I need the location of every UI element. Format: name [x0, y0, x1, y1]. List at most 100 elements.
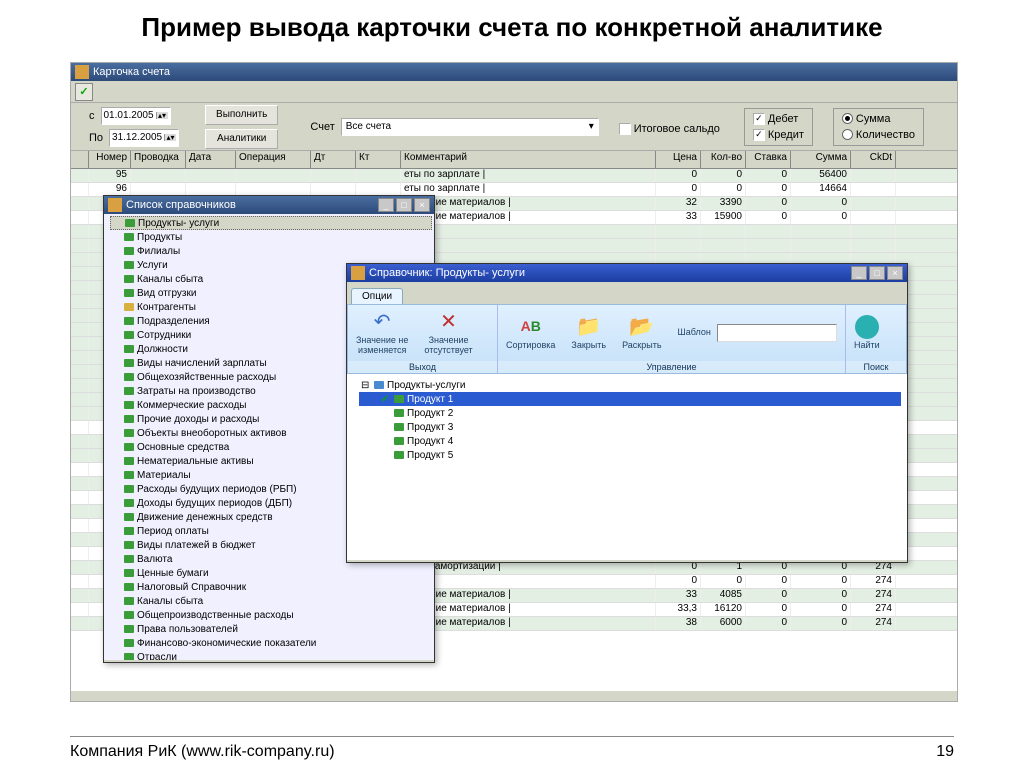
item-icon	[124, 597, 134, 605]
tree-item[interactable]: Налоговый Справочник	[110, 580, 432, 594]
folder-icon: 📁	[576, 315, 602, 339]
ribbon-group-control: Управление	[498, 361, 845, 373]
col-price[interactable]: Цена	[656, 151, 701, 168]
product-item[interactable]: Продукт 2	[359, 406, 901, 420]
value-unchanged-button[interactable]: ↶Значение не изменяется	[348, 305, 416, 361]
to-date-input[interactable]: 31.12.2005▴▾	[109, 129, 179, 147]
main-titlebar: Карточка счета	[71, 63, 957, 81]
col-qty[interactable]: Кол-во	[701, 151, 746, 168]
value-absent-button[interactable]: ✕Значение отсутствует	[416, 305, 480, 361]
slide-footer: Компания РиК (www.rik-company.ru) 19	[70, 736, 954, 761]
item-icon	[124, 443, 134, 451]
account-select[interactable]: Все счета▾	[341, 118, 599, 136]
item-icon	[124, 247, 134, 255]
debit-checkbox[interactable]: ✓	[753, 113, 765, 125]
to-label: По	[89, 132, 103, 144]
ok-button[interactable]: ✓	[75, 83, 93, 101]
reference-list-title: Список справочников	[126, 199, 236, 211]
app-icon	[108, 198, 122, 212]
tree-item[interactable]: Продукты- услуги	[110, 216, 432, 230]
sort-icon: AB	[518, 315, 544, 339]
chevron-down-icon: ▾	[589, 121, 594, 132]
app-icon	[75, 65, 89, 79]
item-icon	[124, 639, 134, 647]
x-icon: ✕	[436, 310, 462, 334]
globe-icon	[855, 315, 879, 339]
account-label: Счет	[310, 121, 334, 133]
final-balance-checkbox[interactable]	[619, 123, 631, 135]
product-item[interactable]: ✓Продукт 1	[359, 392, 901, 406]
tree-item[interactable]: Финансово-экономические показатели	[110, 636, 432, 650]
item-icon	[124, 527, 134, 535]
credit-checkbox[interactable]: ✓	[753, 129, 765, 141]
col-comm[interactable]: Комментарий	[401, 151, 656, 168]
tree-item[interactable]: Продукты	[110, 230, 432, 244]
item-icon	[394, 437, 404, 445]
sort-button[interactable]: ABСортировка	[498, 305, 563, 361]
item-icon	[124, 233, 134, 241]
item-icon	[124, 401, 134, 409]
maximize-button[interactable]: □	[396, 198, 412, 212]
tree-item[interactable]: Отрасли	[110, 650, 432, 660]
close-button[interactable]: ×	[414, 198, 430, 212]
item-icon	[124, 261, 134, 269]
item-icon	[124, 317, 134, 325]
product-item[interactable]: Продукт 3	[359, 420, 901, 434]
col-number[interactable]: Номер	[89, 151, 131, 168]
tree-item[interactable]: Общепроизводственные расходы	[110, 608, 432, 622]
item-icon	[124, 373, 134, 381]
item-icon	[124, 625, 134, 633]
qty-radio[interactable]	[842, 129, 853, 140]
product-item[interactable]: Продукт 4	[359, 434, 901, 448]
col-dt[interactable]: Дт	[311, 151, 356, 168]
folder-open-icon: 📂	[629, 315, 655, 339]
filter-panel: с 01.01.2005▴▾ По 31.12.2005▴▾ Выполнить…	[71, 103, 957, 151]
ribbon-group-exit: Выход	[348, 361, 497, 373]
tree-root[interactable]: ⊟Продукты-услуги	[359, 378, 901, 392]
dictionary-body: ⊟Продукты-услуги✓Продукт 1Продукт 2Проду…	[347, 374, 907, 560]
col-rate[interactable]: Ставка	[746, 151, 791, 168]
credit-label: Кредит	[768, 129, 804, 141]
tab-options[interactable]: Опции	[351, 288, 403, 304]
item-icon	[124, 569, 134, 577]
item-icon	[124, 387, 134, 395]
ribbon: ↶Значение не изменяется ✕Значение отсутс…	[347, 304, 907, 374]
from-label: с	[89, 110, 95, 122]
template-input[interactable]	[717, 324, 837, 342]
debit-label: Дебет	[768, 113, 798, 125]
item-icon	[124, 415, 134, 423]
item-icon	[124, 429, 134, 437]
tree-item[interactable]: Филиалы	[110, 244, 432, 258]
ribbon-group-search: Поиск	[846, 361, 906, 373]
product-item[interactable]: Продукт 5	[359, 448, 901, 462]
sum-radio[interactable]	[842, 113, 853, 124]
footer-company: Компания РиК (www.rik-company.ru)	[70, 743, 335, 761]
col-ckdt[interactable]: CkDt	[851, 151, 896, 168]
maximize-button[interactable]: □	[869, 266, 885, 280]
table-header: Номер Проводка Дата Операция Дт Кт Комме…	[71, 151, 957, 169]
item-icon	[124, 513, 134, 521]
item-icon	[124, 555, 134, 563]
from-date-input[interactable]: 01.01.2005▴▾	[101, 107, 171, 125]
close-folder-button[interactable]: 📁Закрыть	[563, 305, 614, 361]
minimize-button[interactable]: _	[851, 266, 867, 280]
find-button[interactable]: Найти	[846, 305, 888, 361]
tree-item[interactable]: Ценные бумаги	[110, 566, 432, 580]
item-icon	[124, 275, 134, 283]
table-row[interactable]: 95еты по зарплате |00056400	[71, 169, 957, 183]
col-date[interactable]: Дата	[186, 151, 236, 168]
reference-list-titlebar: Список справочников _ □ ×	[104, 196, 434, 214]
minimize-button[interactable]: _	[378, 198, 394, 212]
window-title: Карточка счета	[93, 66, 170, 78]
toolbar-row: ✓	[71, 81, 957, 103]
col-kt[interactable]: Кт	[356, 151, 401, 168]
open-folder-button[interactable]: 📂Раскрыть	[614, 305, 669, 361]
tree-item[interactable]: Каналы сбыта	[110, 594, 432, 608]
col-op[interactable]: Операция	[236, 151, 311, 168]
close-button[interactable]: ×	[887, 266, 903, 280]
tree-item[interactable]: Права пользователей	[110, 622, 432, 636]
col-sum[interactable]: Сумма	[791, 151, 851, 168]
execute-button[interactable]: Выполнить	[205, 105, 278, 125]
analytics-button[interactable]: Аналитики	[205, 129, 278, 149]
col-prov[interactable]: Проводка	[131, 151, 186, 168]
